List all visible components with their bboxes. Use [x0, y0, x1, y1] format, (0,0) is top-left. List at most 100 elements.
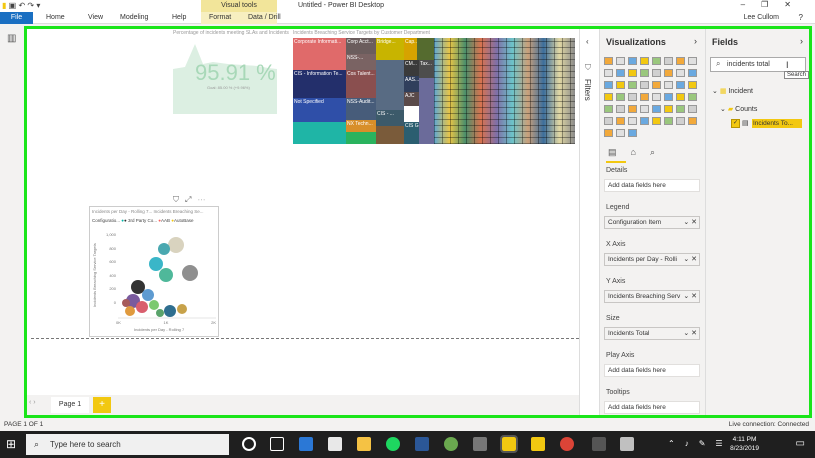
- chevron-down-icon[interactable]: ⌄: [712, 88, 718, 95]
- visual-type-icon[interactable]: [652, 93, 661, 101]
- window-controls[interactable]: –❐✕: [737, 0, 807, 12]
- close-icon[interactable]: ✕: [784, 0, 807, 9]
- table-incident[interactable]: ⌄ ▦ Incident: [712, 87, 753, 95]
- add-page-button[interactable]: +: [93, 397, 111, 413]
- treemap-cell[interactable]: CM...: [404, 60, 419, 76]
- treemap-cell[interactable]: AAS...: [404, 76, 419, 92]
- visual-type-icon[interactable]: [652, 117, 661, 125]
- scatter-point[interactable]: [177, 304, 187, 314]
- tab-view[interactable]: View: [88, 12, 103, 24]
- pane-tabs[interactable]: ▤⌂⌕: [608, 147, 669, 158]
- well-drop-zone[interactable]: Add data fields here: [604, 179, 700, 192]
- filter-icon[interactable]: ⛉: [173, 195, 185, 204]
- scatter-point[interactable]: [142, 289, 154, 301]
- file-explorer-icon[interactable]: [357, 437, 371, 451]
- visual-type-icon[interactable]: [640, 57, 649, 65]
- visual-type-icon[interactable]: [616, 93, 625, 101]
- remove-field-icon[interactable]: ⌄ ✕: [683, 328, 697, 339]
- visual-type-icon[interactable]: [640, 81, 649, 89]
- more-options-icon[interactable]: ⋯: [197, 195, 211, 204]
- treemap-cell-unlabeled[interactable]: [293, 122, 346, 144]
- pen-icon[interactable]: ✎: [699, 439, 716, 448]
- customize-icon[interactable]: ▾: [36, 1, 40, 10]
- report-view-icon[interactable]: ▥: [7, 33, 16, 44]
- well-drop-zone[interactable]: Add data fields here: [604, 401, 700, 414]
- visual-type-icon[interactable]: [604, 69, 613, 77]
- visual-type-icon[interactable]: [628, 105, 637, 113]
- treemap-cell[interactable]: CIS G...: [404, 122, 419, 144]
- tab-data-drill[interactable]: Data / Drill: [248, 12, 281, 24]
- visual-type-icon[interactable]: [688, 81, 697, 89]
- quick-access-toolbar[interactable]: ▮ ▣ ↶ ↷ ▾: [2, 1, 62, 11]
- treemap-visual[interactable]: Incidents Breaching Service Targets by C…: [293, 30, 575, 144]
- treemap-cell-unlabeled[interactable]: [417, 38, 434, 60]
- remove-field-icon[interactable]: ⌄ ✕: [683, 217, 697, 228]
- fields-search-input[interactable]: incidents total: [710, 57, 806, 72]
- scatter-point[interactable]: [159, 268, 173, 282]
- visual-type-icon[interactable]: [676, 105, 685, 113]
- powerbi-taskbar-icon-2[interactable]: [531, 437, 545, 451]
- visual-type-icon[interactable]: [628, 117, 637, 125]
- maximize-icon[interactable]: ❐: [761, 0, 784, 9]
- visual-type-icon[interactable]: [616, 81, 625, 89]
- windows-start-icon[interactable]: ⊞: [6, 437, 16, 451]
- page-tab-1[interactable]: Page 1: [51, 397, 89, 413]
- visual-type-icon[interactable]: [652, 105, 661, 113]
- visual-type-icon[interactable]: [640, 117, 649, 125]
- help-icon[interactable]: ?: [799, 13, 803, 22]
- treemap-cell-unlabeled[interactable]: [346, 132, 376, 144]
- scatter-point[interactable]: [164, 305, 176, 317]
- chevron-right-icon[interactable]: ›: [694, 36, 697, 46]
- field-incidents-total[interactable]: Incidents To...: [752, 119, 802, 128]
- remove-field-icon[interactable]: ⌄ ✕: [683, 291, 697, 302]
- undo-icon[interactable]: ↶: [18, 1, 25, 10]
- visual-type-icon[interactable]: [688, 57, 697, 65]
- treemap-cell[interactable]: NSS-Audit...: [346, 98, 376, 120]
- treemap-cell[interactable]: Not Specified: [293, 98, 346, 122]
- redo-icon[interactable]: ↷: [27, 1, 34, 10]
- chevron-left-icon[interactable]: ‹: [586, 37, 589, 46]
- well-field[interactable]: Incidents per Day - Rolli ⌄ ✕: [604, 253, 700, 266]
- visual-type-icon[interactable]: [604, 93, 613, 101]
- scatter-point[interactable]: [168, 237, 184, 253]
- tab-help[interactable]: Help: [172, 12, 186, 24]
- well-field[interactable]: Incidents Breaching Serv ⌄ ✕: [604, 290, 700, 303]
- taskbar-search-box[interactable]: Type here to search: [26, 434, 229, 455]
- treemap-cell[interactable]: CIS - Information Te...: [293, 70, 346, 98]
- edge-icon[interactable]: [299, 437, 313, 451]
- treemap-cell-unlabeled[interactable]: [376, 60, 404, 110]
- visual-type-icon[interactable]: [604, 81, 613, 89]
- remove-field-icon[interactable]: ⌄ ✕: [683, 254, 697, 265]
- task-view-icon[interactable]: [270, 437, 284, 451]
- visual-type-icon[interactable]: [664, 57, 673, 65]
- treemap-cell[interactable]: NX Techn...: [346, 120, 376, 132]
- visual-type-icon[interactable]: [604, 129, 613, 137]
- tab-file[interactable]: File: [0, 12, 33, 24]
- scatter-point[interactable]: [149, 300, 159, 310]
- treemap-cell[interactable]: Cos Talent...: [346, 70, 376, 98]
- well-field[interactable]: Incidents Total ⌄ ✕: [604, 327, 700, 340]
- tab-home[interactable]: Home: [46, 12, 65, 24]
- visual-type-icon[interactable]: [664, 93, 673, 101]
- visual-type-icon[interactable]: [628, 93, 637, 101]
- scatter-plot[interactable]: [118, 229, 216, 319]
- visual-type-icon[interactable]: [664, 69, 673, 77]
- visual-type-icon[interactable]: [688, 105, 697, 113]
- app-icon[interactable]: [473, 437, 487, 451]
- folder-counts[interactable]: ⌄ ▰ Counts: [720, 105, 757, 113]
- kpi-visual[interactable]: Percentage of incidents meeting SLAs and…: [173, 30, 289, 114]
- visual-type-icon[interactable]: [676, 81, 685, 89]
- visual-type-icon[interactable]: [640, 69, 649, 77]
- chevron-right-icon[interactable]: ›: [800, 36, 803, 46]
- volume-icon[interactable]: ♪: [685, 439, 699, 448]
- visual-type-icon[interactable]: [688, 117, 697, 125]
- scatter-point[interactable]: [136, 301, 148, 313]
- visual-type-icon[interactable]: [628, 57, 637, 65]
- treemap-cell[interactable]: Corporate Informati...: [293, 38, 346, 70]
- fields-tab-icon[interactable]: ▤: [608, 147, 631, 157]
- minimize-icon[interactable]: –: [741, 0, 761, 9]
- visual-type-icon[interactable]: [652, 81, 661, 89]
- visual-type-icon[interactable]: [676, 93, 685, 101]
- treemap-cell[interactable]: Bridge...: [376, 38, 404, 60]
- treemap-cell[interactable]: Cap...: [404, 38, 417, 60]
